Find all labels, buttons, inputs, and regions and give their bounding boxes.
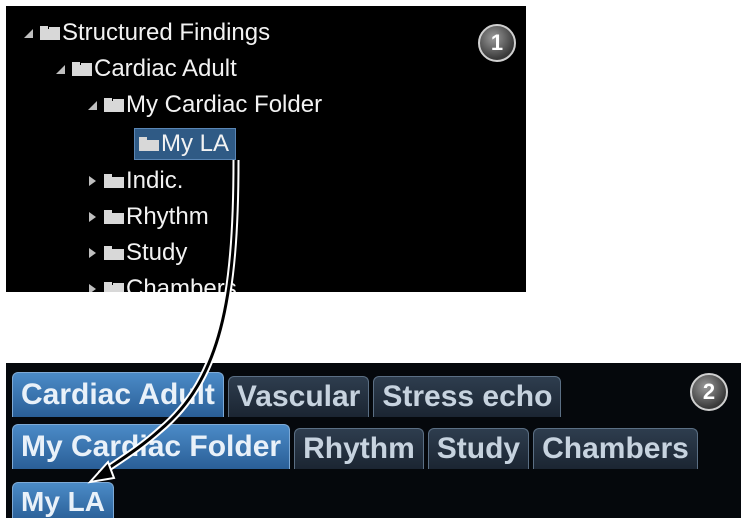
tree-item-indic[interactable]: Indic. [86, 166, 183, 196]
folder-icon [139, 137, 159, 151]
folder-icon [104, 282, 124, 292]
tree-item-label: Rhythm [126, 203, 209, 230]
tree-item-my-la[interactable]: My LA [134, 128, 237, 160]
tab-rhythm[interactable]: Rhythm [294, 428, 424, 469]
expanded-arrow-icon[interactable] [54, 63, 66, 75]
tab-row-folders: My Cardiac Folder Rhythm Study Chambers [12, 423, 702, 469]
tree-item-label: My Cardiac Folder [126, 91, 323, 118]
tab-cardiac-adult[interactable]: Cardiac Adult [12, 372, 224, 417]
folder-icon [72, 62, 92, 76]
tab-row-subfolders: My LA [12, 475, 118, 518]
folder-icon [104, 174, 124, 188]
tree-item-label: Chambers [126, 275, 237, 292]
tab-chambers[interactable]: Chambers [533, 428, 698, 469]
tree-item-my-cardiac-folder[interactable]: My Cardiac Folder [86, 90, 322, 120]
findings-tabs: Cardiac Adult Vascular Stress echo My Ca… [6, 363, 741, 518]
tree-item-chambers[interactable]: Chambers [86, 274, 237, 292]
tree-item-structured-findings[interactable]: Structured Findings [22, 18, 270, 48]
tree-item-label: Cardiac Adult [94, 55, 237, 82]
tree-item-label: Structured Findings [62, 19, 271, 46]
step-badge-2: 2 [690, 373, 728, 411]
collapsed-arrow-icon[interactable] [86, 175, 98, 187]
collapsed-arrow-icon[interactable] [86, 247, 98, 259]
collapsed-arrow-icon[interactable] [86, 211, 98, 223]
tab-stress-echo[interactable]: Stress echo [373, 376, 562, 417]
tab-vascular[interactable]: Vascular [227, 376, 370, 417]
tree-item-label: My LA [161, 130, 230, 157]
tab-my-cardiac-folder[interactable]: My Cardiac Folder [12, 424, 291, 469]
expanded-arrow-icon[interactable] [86, 99, 98, 111]
tree-item-cardiac-adult[interactable]: Cardiac Adult [54, 54, 237, 84]
folder-icon [104, 98, 124, 112]
tab-row-categories: Cardiac Adult Vascular Stress echo [12, 371, 565, 417]
structured-findings-tree: Structured Findings Cardiac Adult My Car… [6, 6, 526, 292]
tree-item-study[interactable]: Study [86, 238, 187, 268]
collapsed-arrow-icon[interactable] [86, 283, 98, 292]
expanded-arrow-icon[interactable] [22, 27, 34, 39]
folder-icon [40, 26, 60, 40]
tree-item-label: Indic. [126, 167, 184, 194]
tree-item-rhythm[interactable]: Rhythm [86, 202, 209, 232]
tab-my-la[interactable]: My LA [12, 482, 114, 518]
folder-icon [104, 246, 124, 260]
folder-icon [104, 210, 124, 224]
tree-item-label: Study [126, 239, 188, 266]
step-badge-1: 1 [478, 24, 516, 62]
tab-study[interactable]: Study [427, 428, 530, 469]
